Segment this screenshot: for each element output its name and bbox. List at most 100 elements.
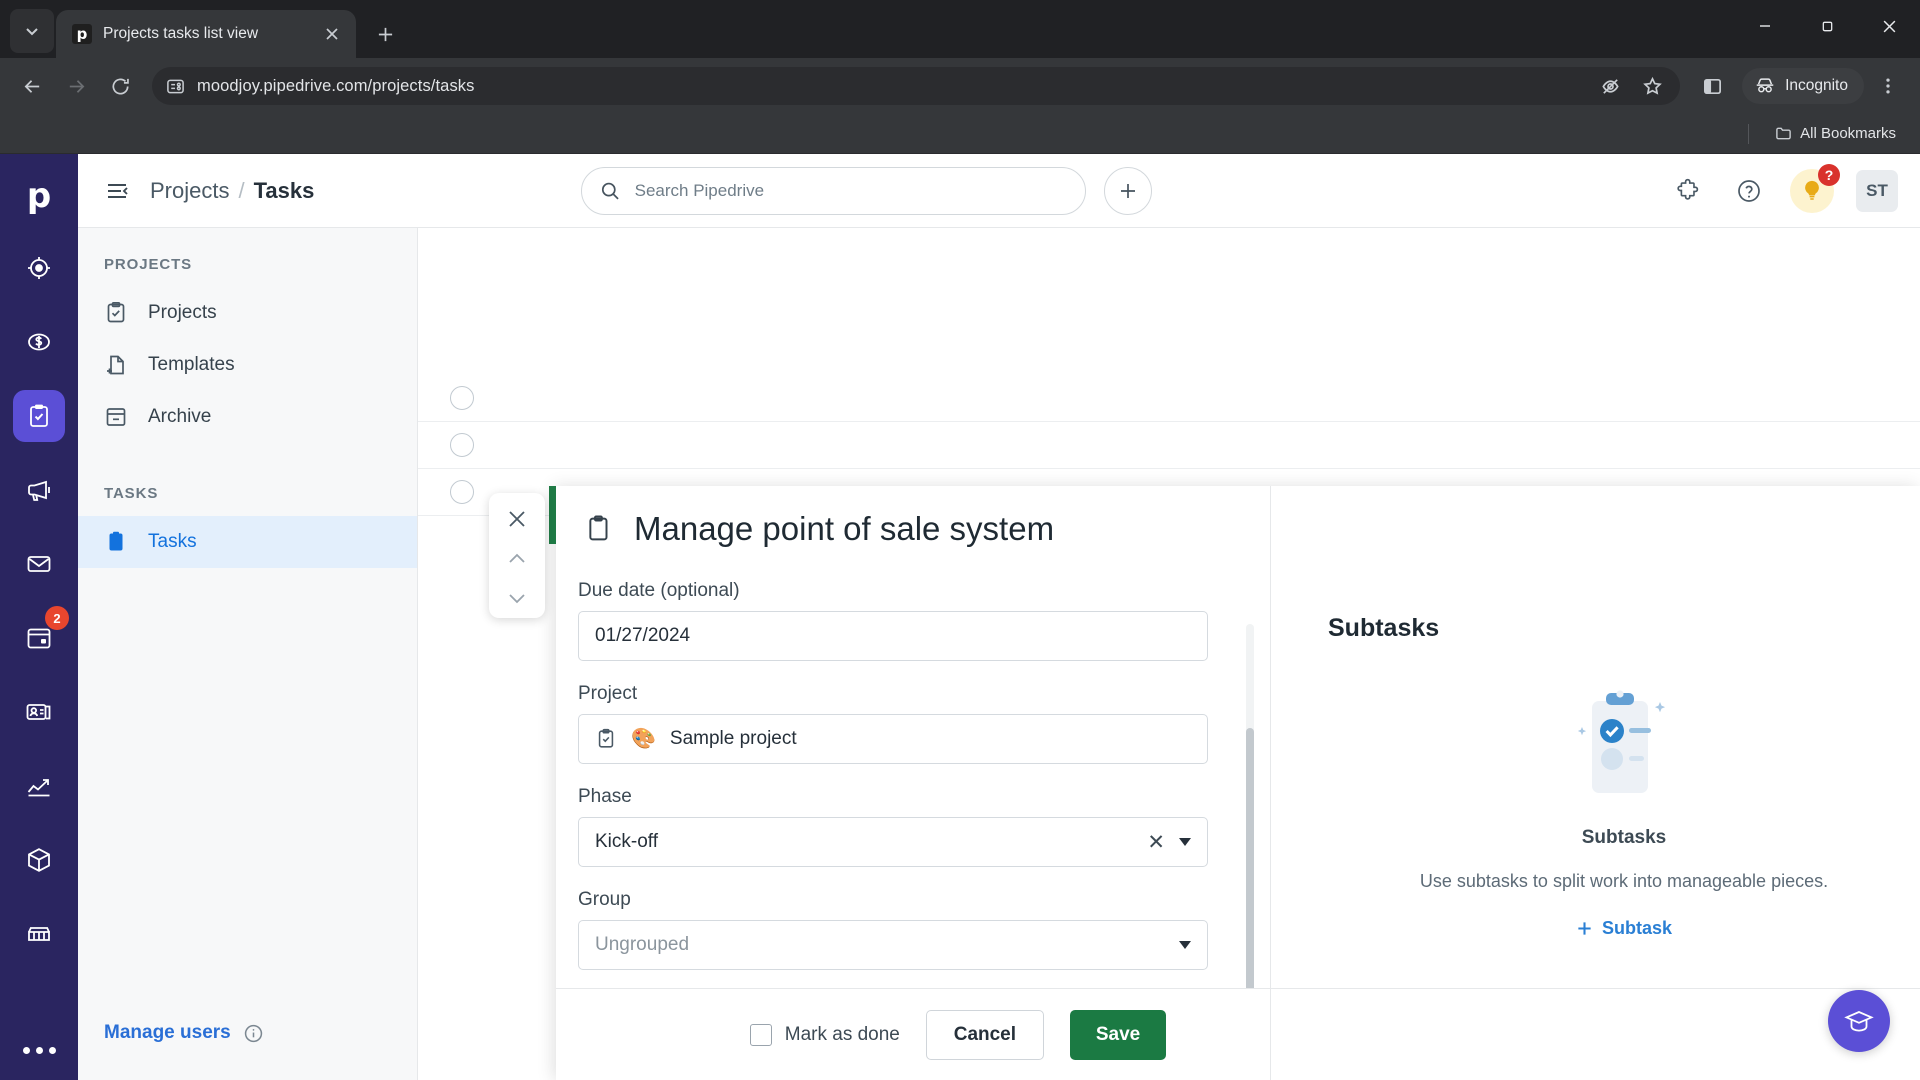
bookmark-star-button[interactable] bbox=[1632, 66, 1672, 106]
reload-button[interactable] bbox=[100, 66, 140, 106]
window-controls bbox=[1734, 0, 1920, 52]
due-date-input[interactable]: 01/27/2024 bbox=[578, 611, 1208, 661]
subtasks-heading: Subtasks bbox=[1328, 614, 1440, 642]
tab-close-button[interactable] bbox=[320, 22, 344, 46]
arrow-right-icon bbox=[69, 79, 84, 93]
back-button[interactable] bbox=[12, 66, 52, 106]
add-subtask-button[interactable]: Subtask bbox=[1576, 918, 1672, 939]
global-search[interactable] bbox=[581, 166, 1087, 215]
mark-as-done-label: Mark as done bbox=[784, 1023, 900, 1045]
sidebar-item-tasks[interactable]: Tasks bbox=[78, 516, 417, 568]
sidebar-section-tasks-title: TASKS bbox=[104, 485, 159, 502]
whats-new-button[interactable]: ? bbox=[1789, 163, 1840, 213]
help-button[interactable] bbox=[1730, 172, 1768, 210]
close-icon bbox=[326, 28, 338, 40]
modal-title: Manage point of sale system bbox=[634, 510, 1055, 547]
close-icon bbox=[509, 511, 525, 527]
rail-item-mail[interactable] bbox=[13, 538, 65, 590]
sidebar-item-archive[interactable]: Archive bbox=[78, 391, 417, 443]
puzzle-icon bbox=[1677, 178, 1699, 200]
user-avatar[interactable]: ST bbox=[1855, 169, 1898, 212]
tracking-protection-icon[interactable] bbox=[1590, 66, 1630, 106]
window-close-button[interactable] bbox=[1858, 0, 1920, 52]
mark-as-done-checkbox[interactable]: Mark as done bbox=[749, 1023, 900, 1046]
learn-help-bubble[interactable] bbox=[1828, 990, 1890, 1052]
apps-marketplace-button[interactable] bbox=[1670, 172, 1708, 210]
window-maximize-button[interactable] bbox=[1796, 0, 1858, 52]
incognito-indicator[interactable]: Incognito bbox=[1742, 68, 1864, 104]
rail-item-leads[interactable] bbox=[13, 242, 65, 294]
modal-body: Due date (optional) 01/27/2024 Project 🎨… bbox=[556, 486, 1920, 1080]
phase-clear-button[interactable]: ✕ bbox=[1147, 832, 1165, 853]
table-row[interactable] bbox=[418, 422, 1920, 469]
rail-item-marketplace[interactable] bbox=[13, 908, 65, 960]
rail-item-activities[interactable]: 2 bbox=[13, 606, 69, 664]
tab-search-button[interactable] bbox=[10, 9, 54, 53]
modal-next-button[interactable] bbox=[495, 578, 539, 618]
manage-users-link[interactable]: Manage users bbox=[104, 1022, 231, 1044]
graduation-cap-icon bbox=[1844, 1011, 1874, 1032]
leads-icon bbox=[28, 257, 50, 279]
form-scrollbar-thumb[interactable] bbox=[1246, 728, 1254, 988]
new-tab-button[interactable] bbox=[366, 15, 404, 53]
save-button[interactable]: Save bbox=[1069, 1009, 1167, 1060]
forward-button[interactable] bbox=[56, 66, 96, 106]
task-status-circle[interactable] bbox=[450, 433, 474, 457]
cancel-button[interactable]: Cancel bbox=[925, 1009, 1044, 1060]
project-emoji: 🎨 bbox=[631, 728, 656, 750]
arrow-left-icon bbox=[24, 79, 39, 93]
insights-icon bbox=[27, 779, 50, 797]
close-icon bbox=[1883, 20, 1895, 32]
browser-tab[interactable]: p Projects tasks list view bbox=[56, 10, 356, 58]
modal-prev-button[interactable] bbox=[495, 539, 539, 579]
rail-item-projects[interactable] bbox=[13, 390, 65, 442]
checkbox-box[interactable] bbox=[749, 1023, 772, 1046]
app-header: Projects / Tasks Search Pipedrive ? ST bbox=[78, 154, 1920, 228]
rail-item-campaigns[interactable] bbox=[13, 464, 65, 516]
modal-header: Manage point of sale system bbox=[556, 486, 1920, 572]
quick-add-button[interactable] bbox=[1104, 166, 1153, 215]
rail-item-contacts[interactable] bbox=[13, 686, 65, 738]
mail-icon bbox=[27, 556, 51, 572]
group-select[interactable]: Ungrouped bbox=[578, 920, 1208, 970]
pipedrive-favicon: p bbox=[72, 24, 92, 44]
breadcrumb-projects[interactable]: Projects bbox=[150, 178, 229, 204]
rail-more-button[interactable] bbox=[22, 1047, 56, 1054]
side-panel-button[interactable] bbox=[1692, 66, 1732, 106]
info-icon[interactable] bbox=[243, 1023, 264, 1044]
activities-icon bbox=[27, 628, 51, 649]
question-circle-icon bbox=[1738, 179, 1760, 202]
rail-item-products[interactable] bbox=[13, 834, 65, 886]
collapse-sidebar-button[interactable] bbox=[100, 174, 134, 208]
rail-item-insights[interactable] bbox=[13, 760, 65, 812]
project-input[interactable]: 🎨 Sample project bbox=[578, 714, 1208, 764]
all-bookmarks-button[interactable]: All Bookmarks bbox=[1767, 121, 1904, 146]
task-status-circle[interactable] bbox=[450, 480, 474, 504]
pipedrive-logo[interactable]: p bbox=[13, 172, 65, 220]
chevron-down-icon bbox=[26, 28, 38, 36]
browser-menu-button[interactable] bbox=[1868, 66, 1908, 106]
window-minimize-button[interactable] bbox=[1734, 0, 1796, 52]
file-plus-icon bbox=[107, 355, 124, 375]
field-group: Group Ungrouped bbox=[578, 889, 1208, 970]
field-label: Group bbox=[578, 889, 631, 910]
phase-select[interactable]: Kick-off ✕ bbox=[578, 817, 1208, 867]
modal-close-button[interactable] bbox=[495, 499, 539, 539]
clipboard-filled-icon bbox=[109, 531, 123, 551]
sidebar-item-templates[interactable]: Templates bbox=[78, 339, 417, 391]
archive-icon bbox=[106, 408, 126, 426]
chevron-down-icon bbox=[1179, 838, 1191, 846]
rail-item-deals[interactable] bbox=[13, 316, 65, 368]
search-icon bbox=[602, 182, 619, 199]
search-input[interactable] bbox=[634, 180, 1068, 201]
table-row[interactable] bbox=[418, 375, 1920, 422]
clipboard-check-icon bbox=[598, 728, 614, 748]
modal-footer: Mark as done Cancel Save bbox=[556, 988, 1920, 1080]
task-status-circle[interactable] bbox=[450, 386, 474, 410]
sidebar-item-label: Tasks bbox=[148, 531, 197, 552]
tab-strip: p Projects tasks list view bbox=[0, 0, 1920, 58]
field-value: Sample project bbox=[669, 728, 797, 749]
sidebar-item-projects[interactable]: Projects bbox=[78, 287, 417, 339]
url-text: moodjoy.pipedrive.com/projects/tasks bbox=[197, 76, 475, 95]
address-bar[interactable]: moodjoy.pipedrive.com/projects/tasks bbox=[152, 66, 1681, 106]
